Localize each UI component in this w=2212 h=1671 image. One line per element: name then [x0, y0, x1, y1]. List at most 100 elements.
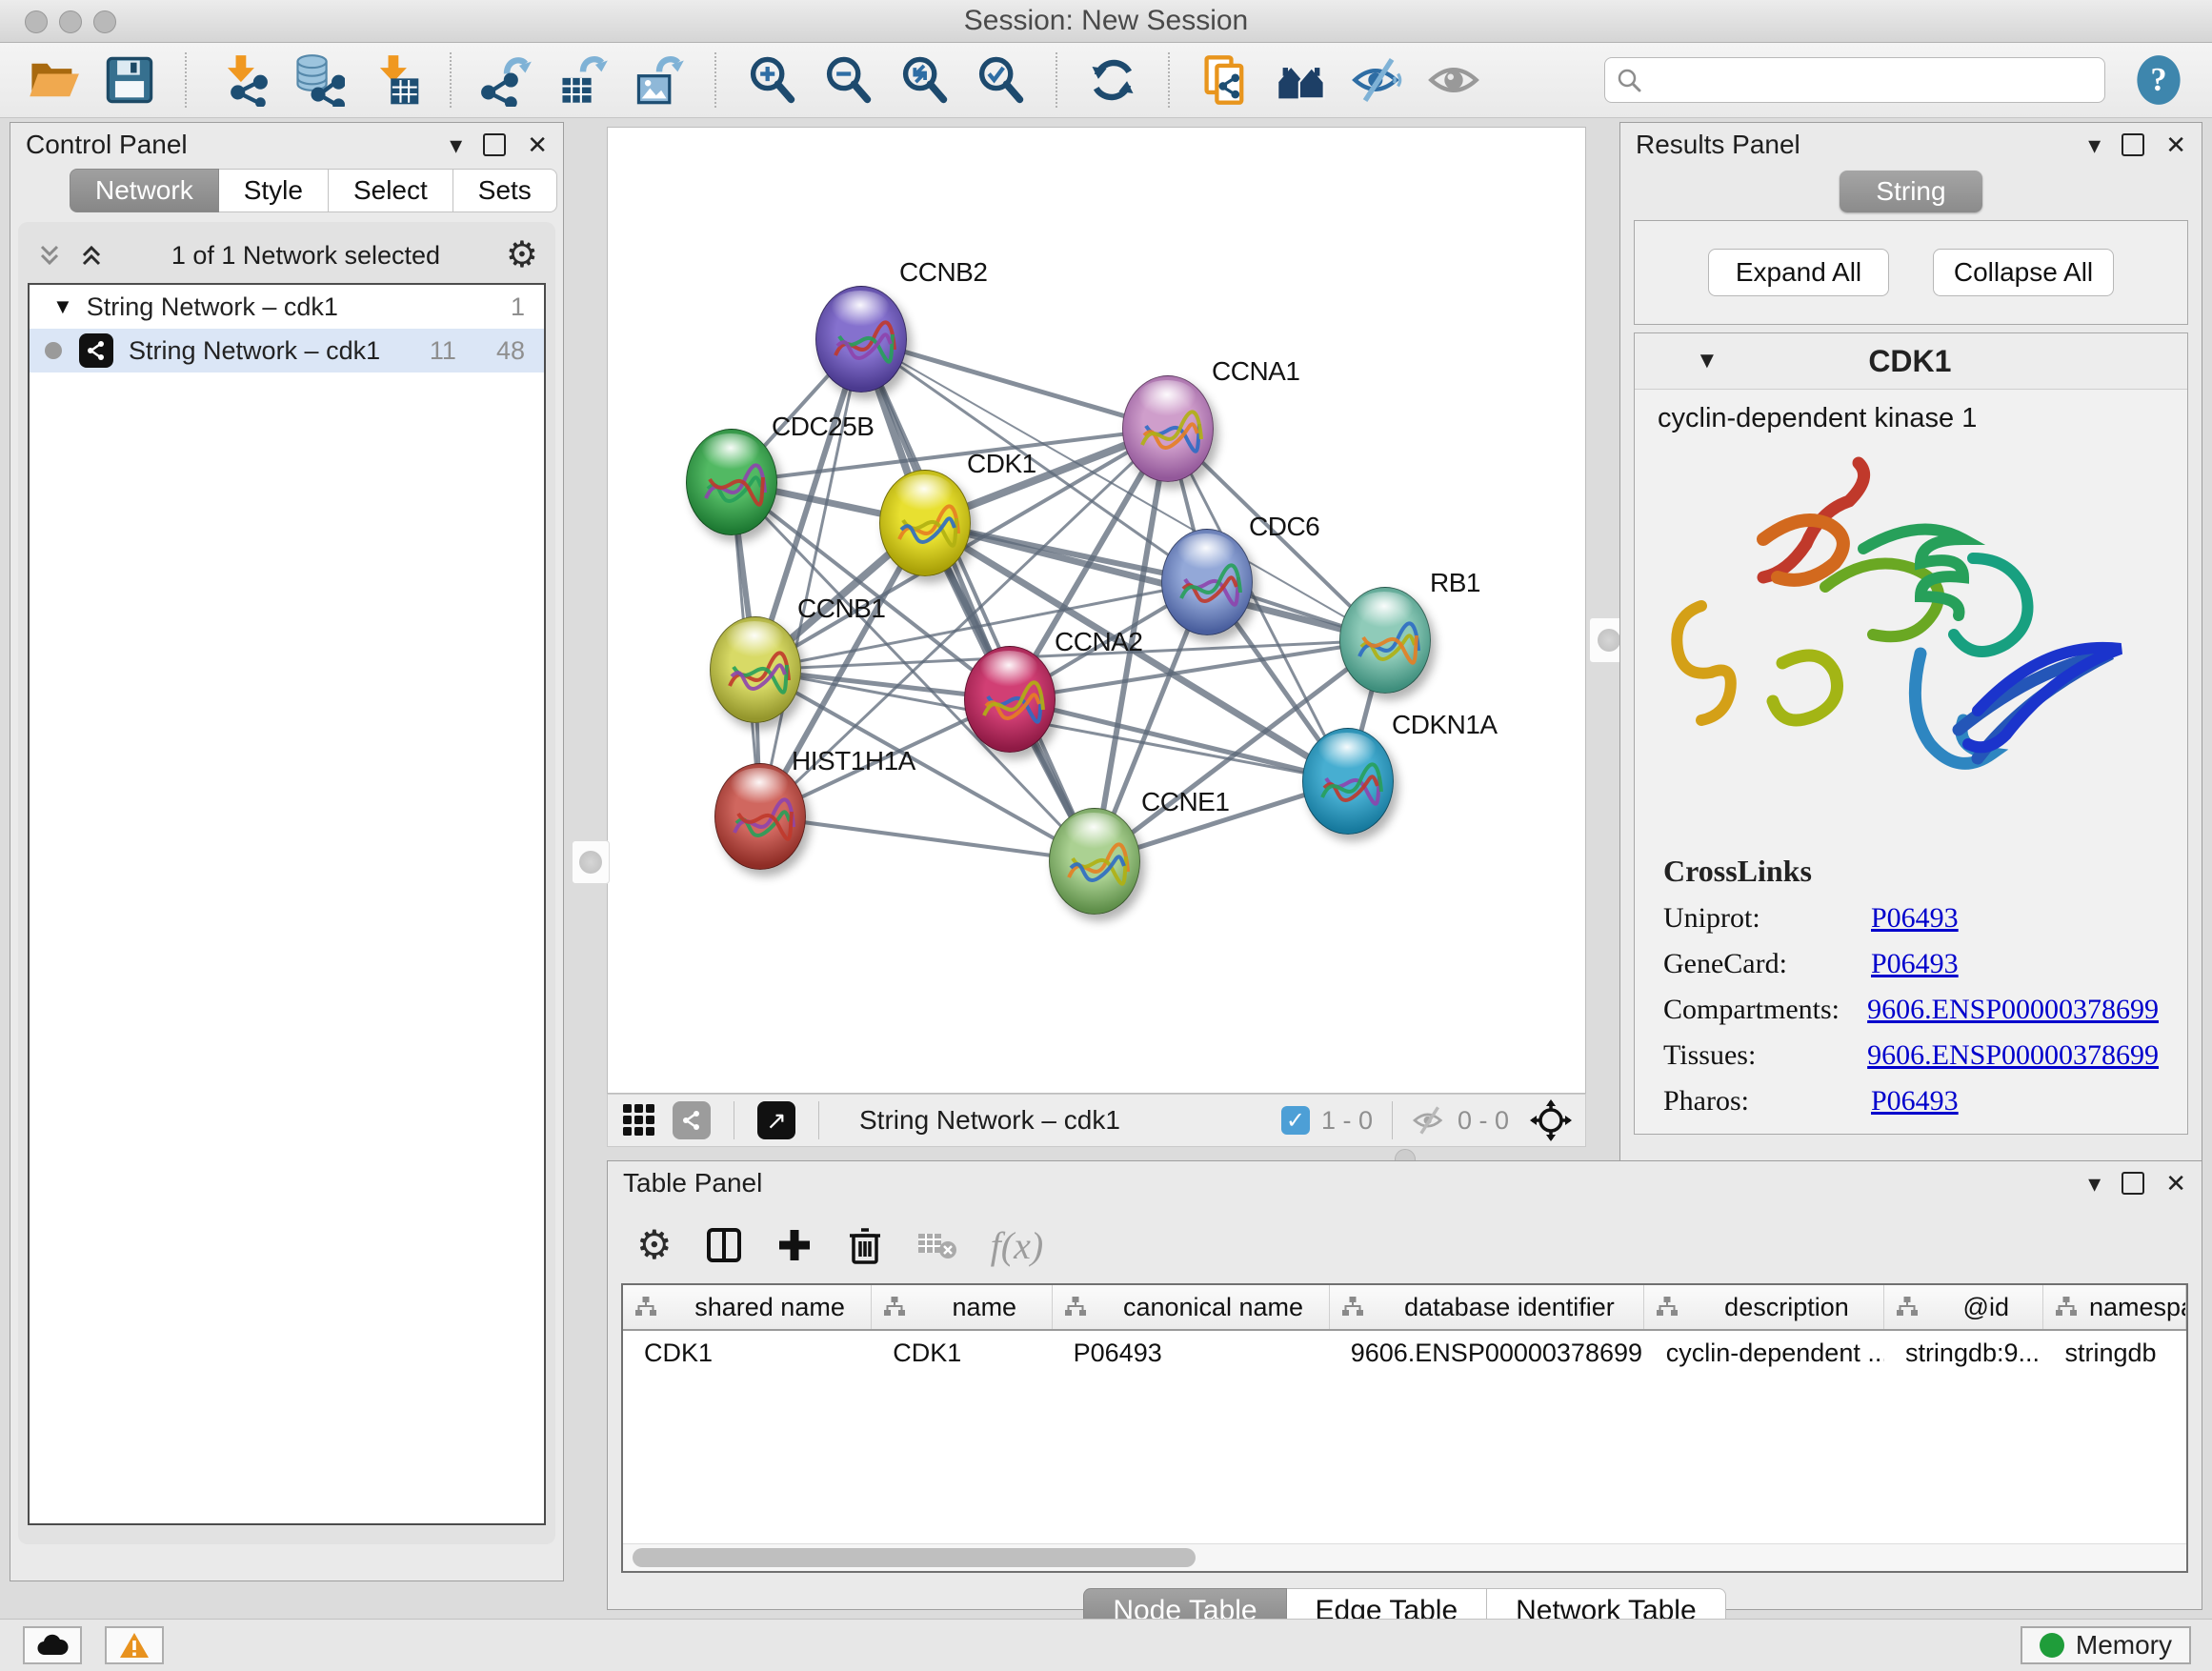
network-node-CDKN1A[interactable] — [1302, 728, 1394, 835]
compartments-link[interactable]: 9606.ENSP00000378699 — [1867, 994, 2159, 1026]
export-table-icon[interactable] — [556, 53, 610, 107]
network-node-CCNE1[interactable] — [1049, 808, 1140, 915]
import-table-icon[interactable] — [368, 53, 421, 107]
node-label-CDKN1A: CDKN1A — [1392, 710, 1498, 740]
table-cell[interactable]: 9606.ENSP00000378699 — [1330, 1339, 1645, 1368]
table-cell[interactable]: CDK1 — [623, 1339, 872, 1368]
save-session-icon[interactable] — [103, 53, 156, 107]
move-crosshair-icon[interactable] — [1530, 1099, 1572, 1141]
table-horizontal-scrollbar[interactable] — [623, 1543, 2186, 1571]
table-cell[interactable]: cyclin-dependent ... — [1645, 1339, 1884, 1368]
show-columns-icon[interactable] — [705, 1226, 743, 1264]
uniprot-link[interactable]: P06493 — [1871, 902, 1959, 935]
memory-button[interactable]: Memory — [2021, 1626, 2191, 1664]
import-network-icon[interactable] — [215, 53, 269, 107]
refresh-icon[interactable] — [1086, 53, 1139, 107]
table-cell[interactable]: P06493 — [1053, 1339, 1330, 1368]
export-network-icon[interactable] — [480, 53, 533, 107]
clone-network-icon[interactable] — [1198, 53, 1252, 107]
table-options-gear-icon[interactable]: ⚙ — [636, 1225, 673, 1265]
table-panel-close-icon[interactable]: ✕ — [2165, 1169, 2186, 1198]
table-header-row: shared namenamecanonical namedatabase id… — [623, 1285, 2186, 1331]
control-panel-close-icon[interactable]: ✕ — [527, 131, 548, 160]
left-splitter-handle[interactable] — [572, 840, 610, 884]
network-node-CCNB2[interactable] — [815, 286, 907, 393]
network-node-RB1[interactable] — [1339, 587, 1431, 694]
birdseye-grid-icon[interactable] — [621, 1102, 657, 1138]
table-panel-float-icon[interactable] — [2122, 1172, 2144, 1195]
column-header-shared-name[interactable]: shared name — [623, 1285, 872, 1329]
expand-all-icon[interactable] — [77, 241, 106, 270]
results-panel-float-icon[interactable] — [2122, 133, 2144, 156]
main-toolbar: ? — [0, 43, 2212, 118]
table-cell[interactable]: stringdb:9... — [1884, 1339, 2044, 1368]
column-header--id[interactable]: @id — [1884, 1285, 2043, 1329]
open-view-icon[interactable]: ↗ — [757, 1101, 795, 1139]
network-collection-row[interactable]: ▼ String Network – cdk1 1 — [30, 285, 544, 329]
show-hide-icon[interactable] — [1351, 53, 1404, 107]
open-session-icon[interactable] — [27, 53, 80, 107]
network-node-CCNA2[interactable] — [964, 646, 1056, 753]
table-panel-menu-icon[interactable]: ▾ — [2088, 1169, 2101, 1198]
protein-collapse-icon[interactable]: ▼ — [1696, 348, 1719, 374]
delete-column-icon[interactable] — [846, 1226, 884, 1264]
tab-string[interactable]: String — [1840, 171, 1982, 212]
tab-style[interactable]: Style — [219, 169, 329, 212]
warning-status-button[interactable] — [105, 1626, 164, 1664]
protein-section-header[interactable]: ▼ CDK1 — [1635, 333, 2187, 390]
add-column-icon[interactable] — [775, 1226, 814, 1264]
cloud-status-button[interactable] — [23, 1626, 82, 1664]
help-button[interactable]: ? — [2132, 53, 2185, 107]
pharos-link[interactable]: P06493 — [1871, 1085, 1959, 1117]
collection-name: String Network – cdk1 — [87, 292, 338, 322]
network-canvas[interactable]: CCNB2CCNA1CDC25BCDK1CDC6RB1CCNB1CCNA2HIS… — [607, 127, 1586, 1094]
zoom-selected-icon[interactable] — [974, 53, 1027, 107]
table-cell[interactable]: CDK1 — [872, 1339, 1052, 1368]
zoom-in-icon[interactable] — [745, 53, 798, 107]
zoom-out-icon[interactable] — [821, 53, 875, 107]
zoom-fit-icon[interactable] — [897, 53, 951, 107]
genecard-link[interactable]: P06493 — [1871, 948, 1959, 980]
hidden-eye-icon[interactable] — [1412, 1106, 1446, 1135]
column-header-namespace[interactable]: namespace — [2043, 1285, 2186, 1329]
network-share-icon[interactable] — [673, 1101, 711, 1139]
export-image-icon[interactable] — [633, 53, 686, 107]
search-bar[interactable] — [1604, 57, 2105, 103]
expand-all-button[interactable]: Expand All — [1708, 249, 1889, 296]
column-header-name[interactable]: name — [872, 1285, 1052, 1329]
control-panel-menu-icon[interactable]: ▾ — [450, 131, 462, 160]
selected-checkbox-icon[interactable]: ✓ — [1281, 1106, 1310, 1135]
collapse-all-button[interactable]: Collapse All — [1933, 249, 2114, 296]
collection-expand-icon[interactable]: ▼ — [52, 294, 73, 319]
column-header-canonical-name[interactable]: canonical name — [1053, 1285, 1330, 1329]
network-node-HIST1H1A[interactable] — [714, 763, 806, 870]
network-node-CDC6[interactable] — [1161, 529, 1253, 635]
control-panel-float-icon[interactable] — [483, 133, 506, 156]
network-selection-status: 1 of 1 Network selected — [106, 241, 506, 271]
tab-network[interactable]: Network — [70, 169, 219, 212]
table-panel-title: Table Panel — [623, 1168, 762, 1198]
network-node-CCNB1[interactable] — [710, 616, 801, 723]
results-panel-close-icon[interactable]: ✕ — [2165, 131, 2186, 160]
scrollbar-thumb[interactable] — [633, 1548, 1196, 1567]
column-header-database-identifier[interactable]: database identifier — [1330, 1285, 1645, 1329]
network-row[interactable]: String Network – cdk1 11 48 — [30, 329, 544, 372]
tissues-link[interactable]: 9606.ENSP00000378699 — [1867, 1039, 2159, 1072]
table-row[interactable]: CDK1CDK1P064939606.ENSP00000378699cyclin… — [623, 1331, 2186, 1375]
search-input[interactable] — [1651, 65, 2093, 96]
network-options-gear-icon[interactable]: ⚙ — [506, 237, 538, 273]
node-label-CDC25B: CDC25B — [772, 412, 874, 442]
home-icon[interactable] — [1275, 53, 1328, 107]
column-header-description[interactable]: description — [1644, 1285, 1883, 1329]
network-node-CCNA1[interactable] — [1122, 375, 1214, 482]
tab-sets[interactable]: Sets — [453, 169, 557, 212]
network-node-CDC25B[interactable] — [686, 429, 777, 535]
import-database-icon[interactable] — [292, 53, 345, 107]
table-cell[interactable]: stringdb — [2043, 1339, 2186, 1368]
network-node-CDK1[interactable] — [879, 470, 971, 576]
collapse-all-icon[interactable] — [35, 241, 64, 270]
eye-icon[interactable] — [1427, 53, 1480, 107]
results-panel-menu-icon[interactable]: ▾ — [2088, 131, 2101, 160]
attribute-type-icon — [1064, 1297, 1087, 1318]
tab-select[interactable]: Select — [329, 169, 453, 212]
